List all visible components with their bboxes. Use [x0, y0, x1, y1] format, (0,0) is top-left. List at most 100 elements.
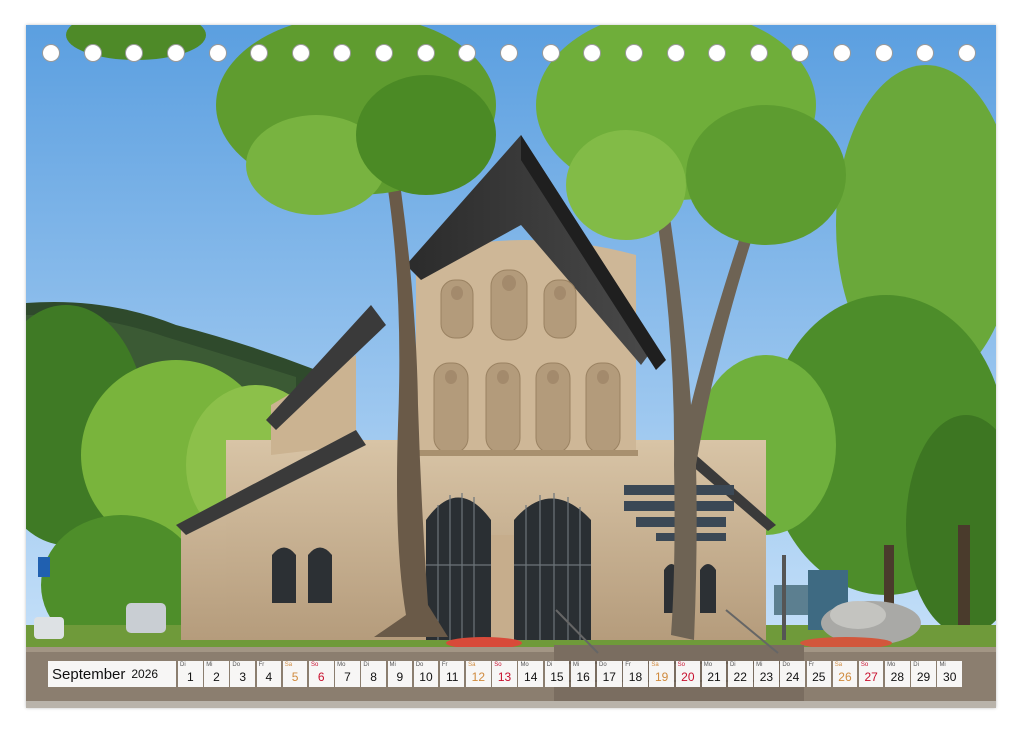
day-cell: So 13: [492, 661, 517, 687]
month-name: September: [52, 665, 126, 683]
day-cell: Sa 12: [466, 661, 491, 687]
month-label-box: September 2026: [48, 661, 176, 687]
day-number: 15: [550, 670, 564, 684]
weekday-label: Mo: [703, 662, 713, 668]
day-cell: Do 24: [780, 661, 805, 687]
day-cell: Do 17: [597, 661, 622, 687]
day-cell: Fr 11: [439, 661, 465, 687]
binding-hole: [958, 44, 976, 62]
binding-hole: [208, 44, 227, 62]
weekday-label: Do: [782, 662, 790, 668]
day-number: 20: [681, 670, 695, 684]
weekday-label: Mi: [206, 662, 213, 668]
binding-hole: [458, 44, 477, 62]
calendar-strip: September 2026 Di 1 Mi 2 Do 3 Fr 4 Sa 5 So 6 Mo 7 Di 8 M…: [48, 661, 974, 687]
day-number: 19: [654, 670, 669, 684]
day-cell: Fr 18: [623, 661, 648, 687]
church-porch-photo: [26, 25, 996, 708]
weekday-label: Di: [913, 662, 919, 668]
weekday-label: So: [860, 662, 869, 668]
day-number: 1: [186, 670, 194, 684]
day-cell: Mo 14: [518, 661, 544, 687]
day-cell: Mi 30: [937, 661, 963, 687]
binding-hole: [375, 44, 394, 62]
day-number: 26: [838, 670, 852, 684]
binding-hole: [874, 44, 893, 62]
binding-hole: [791, 44, 810, 62]
weekday-label: Di: [363, 662, 369, 668]
binding-hole: [250, 44, 269, 62]
weekday-label: Mo: [520, 662, 529, 668]
day-number: 25: [812, 670, 826, 684]
spiral-binding-holes: [26, 44, 996, 64]
weekday-label: Sa: [834, 662, 843, 668]
day-number: 22: [733, 670, 747, 684]
day-cell: Di 29: [911, 661, 936, 687]
day-cell: Di 8: [361, 661, 386, 687]
day-number: 21: [707, 670, 721, 684]
calendar-page: September 2026 Di 1 Mi 2 Do 3 Fr 4 Sa 5 So 6 Mo 7 Di 8 M…: [0, 0, 1020, 733]
month-year: 2026: [131, 667, 159, 681]
day-cell: Fr 4: [256, 661, 282, 687]
day-number: 9: [396, 670, 404, 684]
day-number: 10: [419, 670, 433, 684]
day-number: 2: [213, 670, 220, 684]
binding-hole: [500, 44, 518, 62]
binding-hole: [749, 44, 768, 62]
day-cell: Di 15: [544, 661, 570, 687]
day-cell: So 20: [675, 661, 701, 687]
weekday-label: Sa: [284, 662, 293, 668]
weekday-label: Di: [546, 662, 553, 668]
day-number: 29: [916, 670, 931, 684]
binding-hole: [83, 44, 102, 62]
day-number: 16: [576, 670, 590, 684]
weekday-label: Mo: [887, 662, 896, 668]
day-number: 23: [759, 670, 774, 684]
day-number: 3: [239, 670, 247, 684]
day-cell: Di 1: [178, 661, 203, 687]
weekday-label: Fr: [625, 662, 631, 668]
weekday-label: Mi: [572, 662, 580, 668]
day-number: 13: [497, 670, 512, 684]
day-cell: Mo 28: [885, 661, 910, 687]
day-number: 11: [445, 670, 459, 684]
binding-hole: [291, 44, 310, 62]
day-cell: Mi 2: [204, 661, 229, 687]
weekday-label: Mo: [337, 662, 346, 668]
binding-hole: [583, 44, 602, 62]
day-number: 27: [864, 670, 878, 684]
day-number: 5: [291, 670, 299, 684]
weekday-label: Do: [599, 662, 607, 668]
day-cell: Do 3: [230, 661, 255, 687]
day-cells: Di 1 Mi 2 Do 3 Fr 4 Sa 5 So 6 Mo 7 Di 8 Mi 9 Do 10 Fr 11 Sa 12 S…: [178, 661, 974, 687]
binding-hole: [708, 44, 727, 62]
day-number: 6: [317, 670, 325, 684]
day-number: 14: [524, 670, 538, 684]
day-number: 24: [785, 670, 800, 684]
day-number: 18: [628, 670, 643, 684]
weekday-label: So: [494, 662, 502, 668]
day-number: 30: [943, 670, 957, 684]
day-cell: Mi 9: [387, 661, 413, 687]
binding-hole: [125, 44, 144, 62]
binding-hole: [333, 44, 352, 62]
weekday-label: Fr: [808, 662, 815, 668]
binding-hole: [42, 44, 60, 62]
binding-hole: [666, 44, 685, 62]
day-number: 12: [471, 670, 486, 684]
weekday-label: Fr: [258, 662, 265, 668]
binding-hole: [166, 44, 185, 62]
day-cell: Mi 16: [570, 661, 596, 687]
day-number: 8: [370, 670, 377, 684]
weekday-label: Sa: [468, 662, 476, 668]
day-number: 7: [344, 670, 351, 684]
weekday-label: So: [677, 662, 685, 668]
day-cell: So 27: [858, 661, 884, 687]
binding-hole: [541, 44, 560, 62]
weekday-label: So: [310, 662, 319, 668]
weekday-label: Di: [180, 662, 186, 668]
day-number: 17: [602, 670, 616, 684]
day-cell: Sa 19: [649, 661, 674, 687]
calendar-photo: [26, 25, 996, 708]
binding-hole: [916, 44, 935, 62]
